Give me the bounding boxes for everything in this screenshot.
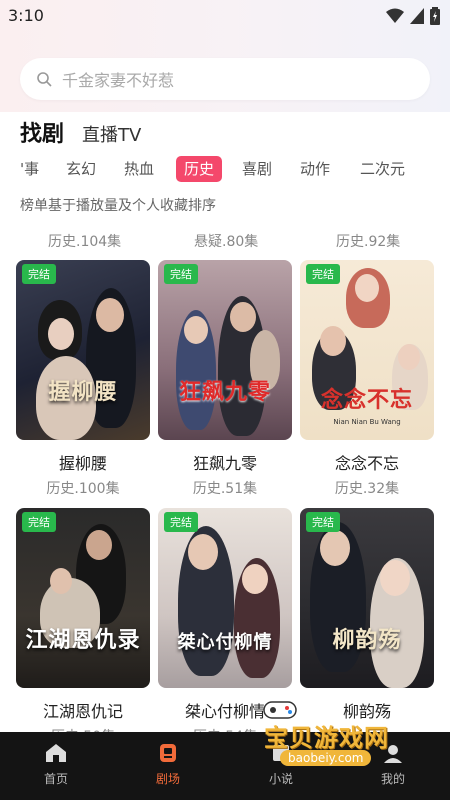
watermark-url: baobeiy.com	[280, 750, 372, 766]
home-icon	[46, 744, 66, 762]
wifi-icon	[386, 8, 404, 23]
search-bar[interactable]: 千金家妻不好惹	[20, 58, 430, 100]
category-tab-active[interactable]: 历史	[176, 156, 223, 182]
card-meta: 历史.32集	[334, 481, 400, 497]
card-title: 狂飙九零	[192, 454, 257, 473]
status-badge: 完结	[306, 264, 340, 284]
card-meta: 历史.92集	[336, 234, 401, 250]
watermark-text: 宝贝游戏网	[264, 724, 389, 752]
category-tabs: '事 玄幻 热血 历史 喜剧 动作 二次元	[0, 156, 450, 184]
category-tab[interactable]: 二次元	[360, 156, 405, 182]
status-time: 3:10	[8, 6, 44, 25]
poster-image: 完结 念念不忘 Nian Nian Bu Wang	[300, 260, 434, 440]
card-title: 念念不忘	[334, 454, 399, 473]
theater-icon	[160, 744, 176, 762]
poster-subtitle: Nian Nian Bu Wang	[333, 418, 401, 426]
poster-image: 完结 握柳腰	[16, 260, 150, 440]
poster-title: 桀心付柳情	[177, 632, 273, 653]
poster-image: 完结 桀心付柳情	[158, 508, 292, 688]
card-meta: 悬疑.80集	[194, 234, 259, 250]
poster-image: 完结 江湖恩仇录	[16, 508, 150, 688]
card-meta: 历史.104集	[48, 234, 122, 250]
card-meta: 历史.51集	[192, 481, 258, 497]
poster-title: 狂飙九零	[178, 379, 271, 405]
drama-card[interactable]: 完结 江湖恩仇录 江湖恩仇记 历史.50集	[16, 508, 150, 746]
status-badge: 完结	[306, 512, 340, 532]
status-badge: 完结	[22, 512, 56, 532]
card-title: 握柳腰	[58, 454, 107, 473]
category-tab[interactable]: 玄幻	[66, 156, 96, 182]
category-tab[interactable]: '事	[20, 156, 39, 182]
poster-image: 完结 狂飙九零	[158, 260, 292, 440]
status-badge: 完结	[22, 264, 56, 284]
poster-title: 柳韵殇	[332, 627, 402, 653]
ranking-note: 榜单基于播放量及个人收藏排序	[20, 198, 216, 214]
nav-theater[interactable]: 剧场	[133, 742, 203, 787]
drama-card[interactable]: 完结 握柳腰 握柳腰 历史.100集	[16, 260, 150, 498]
tab-live-tv[interactable]: 直播TV	[82, 121, 141, 148]
card-title: 江湖恩仇记	[42, 702, 123, 721]
poster-image: 完结 柳韵殇	[300, 508, 434, 688]
drama-card[interactable]: 完结 狂飙九零 狂飙九零 历史.51集	[158, 260, 292, 498]
status-badge: 完结	[164, 512, 198, 532]
battery-icon	[430, 7, 440, 25]
nav-home[interactable]: 首页	[21, 742, 91, 787]
category-tab[interactable]: 动作	[300, 156, 330, 182]
status-icons	[386, 7, 440, 25]
category-tab[interactable]: 热血	[124, 156, 154, 182]
watermark-logo: 宝贝游戏网 baobeiy.com	[263, 701, 414, 778]
drama-card[interactable]: 完结 念念不忘 Nian Nian Bu Wang 念念不忘 历史.32集	[300, 260, 434, 498]
signal-icon	[410, 8, 424, 24]
search-icon	[37, 72, 52, 87]
search-placeholder: 千金家妻不好惹	[62, 71, 175, 90]
poster-title: 江湖恩仇录	[25, 627, 141, 653]
poster-title: 握柳腰	[48, 379, 118, 405]
card-meta: 历史.100集	[46, 481, 120, 497]
status-bar: 3:10	[0, 0, 450, 32]
nav-label: 剧场	[155, 772, 180, 786]
status-badge: 完结	[164, 264, 198, 284]
gamepad-icon	[263, 701, 297, 719]
drama-card[interactable]: 完结 柳韵殇 柳韵殇	[300, 508, 434, 726]
poster-title: 念念不忘	[320, 387, 413, 413]
tab-find-drama[interactable]: 找剧	[20, 116, 64, 148]
nav-label: 首页	[43, 772, 68, 786]
category-tab[interactable]: 喜剧	[242, 156, 272, 182]
main-tabs: 找剧 直播TV	[20, 116, 141, 148]
